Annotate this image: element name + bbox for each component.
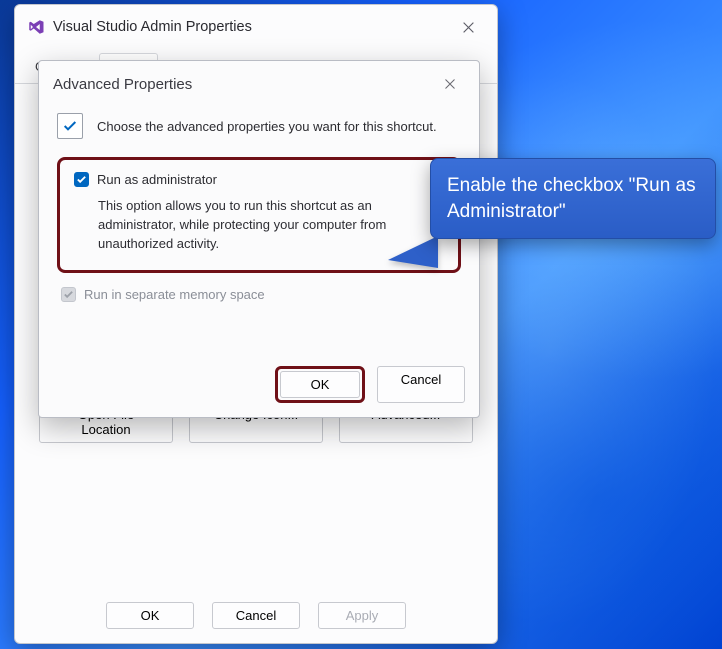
properties-cancel-button[interactable]: Cancel	[212, 602, 300, 629]
checkmark-icon	[76, 174, 87, 185]
run-as-admin-row: Run as administrator	[74, 172, 444, 187]
instruction-callout: Enable the checkbox "Run as Administrato…	[430, 158, 716, 239]
advanced-info-text: Choose the advanced properties you want …	[97, 119, 437, 134]
separate-memory-row: Run in separate memory space	[57, 287, 461, 302]
separate-memory-checkbox	[61, 287, 76, 302]
advanced-cancel-button[interactable]: Cancel	[377, 366, 465, 403]
visual-studio-icon	[27, 18, 45, 36]
advanced-close-button[interactable]	[435, 71, 465, 97]
close-icon	[462, 21, 475, 34]
properties-ok-button[interactable]: OK	[106, 602, 194, 629]
callout-text: Enable the checkbox "Run as Administrato…	[447, 175, 696, 222]
ok-button-highlight: OK	[275, 366, 365, 403]
callout-tail	[388, 236, 438, 268]
run-as-admin-label[interactable]: Run as administrator	[97, 172, 217, 187]
properties-apply-button: Apply	[318, 602, 406, 629]
advanced-titlebar: Advanced Properties	[39, 61, 479, 103]
advanced-footer: OK Cancel	[275, 366, 465, 403]
advanced-title: Advanced Properties	[53, 76, 435, 93]
properties-title: Visual Studio Admin Properties	[53, 19, 443, 35]
properties-footer: OK Cancel Apply	[15, 602, 497, 629]
properties-titlebar: Visual Studio Admin Properties	[15, 5, 497, 47]
info-check-icon	[57, 113, 83, 139]
checkmark-icon	[63, 289, 74, 300]
properties-close-button[interactable]	[451, 13, 485, 41]
close-icon	[444, 78, 456, 90]
run-as-admin-checkbox[interactable]	[74, 172, 89, 187]
advanced-body: Choose the advanced properties you want …	[39, 103, 479, 302]
advanced-ok-button[interactable]: OK	[280, 371, 360, 398]
separate-memory-label: Run in separate memory space	[84, 287, 265, 302]
advanced-info-row: Choose the advanced properties you want …	[57, 113, 461, 139]
